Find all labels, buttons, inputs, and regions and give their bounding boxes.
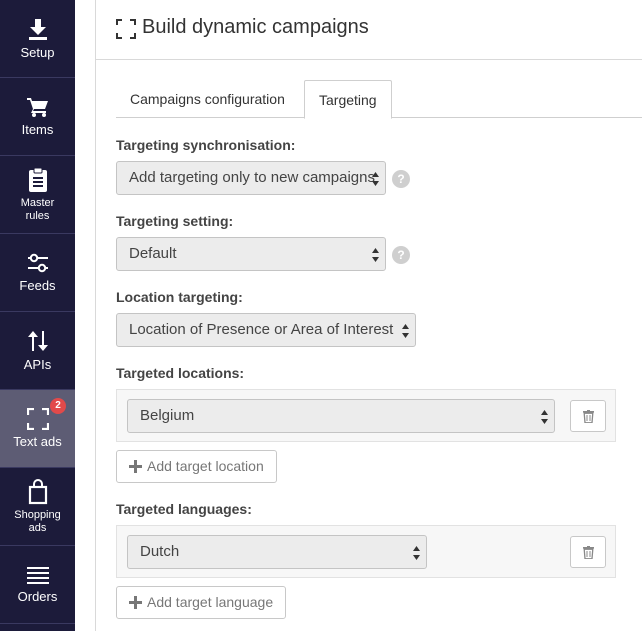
target-language-select[interactable]: Dutch xyxy=(127,535,427,569)
select-value: Location of Presence or Area of Interest xyxy=(129,321,394,338)
button-label: Add target location xyxy=(147,458,264,474)
sidebar-item-label: Setup xyxy=(20,45,55,60)
add-target-location-button[interactable]: Add target location xyxy=(116,450,277,483)
list-lines-icon xyxy=(26,567,49,584)
plus-icon xyxy=(129,460,142,473)
sidebar-item-items[interactable]: Items xyxy=(0,78,75,156)
sidebar-item-master-rules[interactable]: Master rules xyxy=(0,156,75,234)
targeting-setting-label: Targeting setting: xyxy=(116,213,234,229)
select-value: Add targeting only to new campaigns xyxy=(129,169,375,186)
sidebar-item-label: Master rules xyxy=(20,196,55,222)
arrows-updown-icon xyxy=(27,331,48,351)
sidebar: Setup Items Master rules Feeds APIs Text… xyxy=(0,0,75,631)
focus-frame-icon xyxy=(26,408,49,430)
sidebar-item-label: Feeds xyxy=(19,278,56,293)
clipboard-icon xyxy=(28,167,47,192)
select-arrows-icon xyxy=(402,324,409,338)
download-icon xyxy=(28,19,47,40)
delete-language-button[interactable] xyxy=(570,536,606,568)
help-icon[interactable]: ? xyxy=(392,246,410,264)
location-targeting-select[interactable]: Location of Presence or Area of Interest xyxy=(116,313,416,347)
trash-icon xyxy=(582,409,594,423)
shopping-bag-icon xyxy=(28,478,47,504)
sidebar-item-orders[interactable]: Orders xyxy=(0,546,75,624)
select-value: Dutch xyxy=(140,543,180,560)
page-title: Build dynamic campaigns xyxy=(142,16,369,38)
tab-targeting[interactable]: Targeting xyxy=(304,80,392,119)
sliders-icon xyxy=(27,253,48,273)
select-arrows-icon xyxy=(413,546,420,560)
sidebar-item-setup[interactable]: Setup xyxy=(0,0,75,78)
cart-icon xyxy=(26,98,48,117)
tab-bar: Campaigns configuration Targeting xyxy=(116,80,642,119)
sidebar-item-label: Orders xyxy=(17,589,58,604)
sidebar-item-label: APIs xyxy=(23,357,52,372)
target-location-select[interactable]: Belgium xyxy=(127,399,555,433)
sidebar-item-apis[interactable]: APIs xyxy=(0,312,75,390)
sidebar-item-label: Shopping ads xyxy=(14,508,61,534)
targeted-language-row: Dutch xyxy=(116,525,616,578)
content-divider xyxy=(95,0,96,631)
sidebar-item-text-ads[interactable]: Text ads 2 xyxy=(0,390,75,468)
notification-badge: 2 xyxy=(50,398,66,414)
sidebar-item-label: Text ads xyxy=(13,434,62,449)
tab-campaigns-configuration[interactable]: Campaigns configuration xyxy=(116,80,299,118)
delete-location-button[interactable] xyxy=(570,400,606,432)
targeting-sync-select[interactable]: Add targeting only to new campaigns xyxy=(116,161,386,195)
select-arrows-icon xyxy=(372,248,379,262)
button-label: Add target language xyxy=(147,594,274,610)
select-arrows-icon xyxy=(372,172,379,186)
select-value: Default xyxy=(129,245,177,262)
sidebar-item-feeds[interactable]: Feeds xyxy=(0,234,75,312)
targeted-location-row: Belgium xyxy=(116,389,616,442)
targeting-sync-label: Targeting synchronisation: xyxy=(116,137,296,153)
location-targeting-label: Location targeting: xyxy=(116,289,243,305)
add-target-language-button[interactable]: Add target language xyxy=(116,586,287,619)
select-value: Belgium xyxy=(140,407,195,424)
focus-frame-icon xyxy=(116,19,136,39)
plus-icon xyxy=(129,596,142,609)
select-arrows-icon xyxy=(541,410,548,424)
trash-icon xyxy=(582,545,594,559)
targeted-languages-label: Targeted languages: xyxy=(116,501,252,517)
targeting-setting-select[interactable]: Default xyxy=(116,237,386,271)
page-header: Build dynamic campaigns xyxy=(96,0,642,60)
help-icon[interactable]: ? xyxy=(392,170,410,188)
sidebar-item-shopping-ads[interactable]: Shopping ads xyxy=(0,468,75,546)
targeted-locations-label: Targeted locations: xyxy=(116,365,245,381)
sidebar-item-label: Items xyxy=(21,122,54,137)
